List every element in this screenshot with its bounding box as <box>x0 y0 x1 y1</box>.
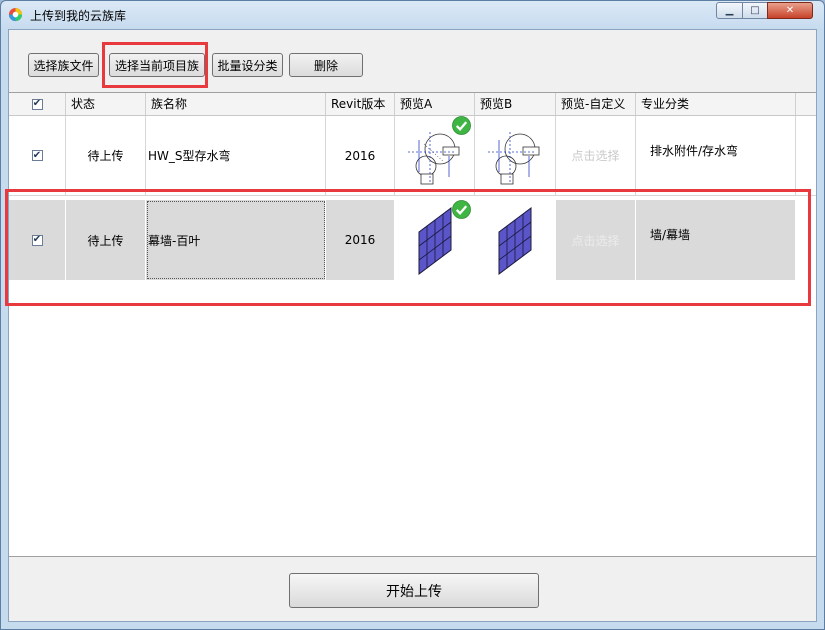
custom-preview-link[interactable]: 点击选择 <box>556 116 636 196</box>
curtain-wall-image <box>498 207 532 275</box>
app-window: 上传到我的云族库 ▁ □ ✕ 选择族文件 选择当前项目族 批量设分类 删除 ✔ … <box>0 0 825 630</box>
table-row[interactable]: ✔ 待上传 HW_S型存水弯 2016 点击选择 排水附件/存水弯 <box>9 116 816 200</box>
checkmark-icon: ✔ <box>32 234 42 245</box>
col-status[interactable]: 状态 <box>66 93 146 115</box>
start-upload-button[interactable]: 开始上传 <box>289 573 539 608</box>
app-logo-icon <box>8 7 23 22</box>
select-all-checkbox[interactable]: ✔ <box>31 98 43 110</box>
status-cell: 待上传 <box>66 200 146 280</box>
delete-button[interactable]: 删除 <box>289 53 363 77</box>
trap-drawing-image <box>488 131 540 184</box>
preview-a-cell[interactable] <box>395 116 475 196</box>
preview-a-cell[interactable] <box>395 200 475 280</box>
col-preview-b[interactable]: 预览B <box>475 93 556 115</box>
col-preview-custom[interactable]: 预览-自定义 <box>556 93 636 115</box>
row-checkbox[interactable]: ✔ <box>31 234 43 246</box>
client-area: 选择族文件 选择当前项目族 批量设分类 删除 ✔ 状态 族名称 Revit版本 … <box>5 29 817 622</box>
green-check-badge-icon <box>452 116 471 135</box>
header-checkbox-cell: ✔ <box>9 93 66 115</box>
batch-category-button[interactable]: 批量设分类 <box>212 53 283 77</box>
col-category[interactable]: 专业分类 <box>636 93 796 115</box>
checkmark-icon: ✔ <box>32 98 42 109</box>
table-header: ✔ 状态 族名称 Revit版本 预览A 预览B 预览-自定义 专业分类 <box>9 93 816 116</box>
maximize-icon: □ <box>750 5 760 16</box>
col-version[interactable]: Revit版本 <box>326 93 395 115</box>
window-title: 上传到我的云族库 <box>30 9 127 23</box>
row-checkbox[interactable]: ✔ <box>31 149 43 161</box>
close-icon: ✕ <box>785 5 795 16</box>
col-name[interactable]: 族名称 <box>146 93 326 115</box>
row-checkbox-cell: ✔ <box>9 200 66 280</box>
table-row-selected[interactable]: ✔ 待上传 幕墙-百叶 2016 点击选择 墙/幕墙 <box>9 200 816 284</box>
checkmark-icon: ✔ <box>32 149 42 161</box>
green-check-badge-icon <box>452 200 471 219</box>
preview-b-cell[interactable] <box>475 200 556 280</box>
row-checkbox-cell: ✔ <box>9 116 66 196</box>
version-cell: 2016 <box>326 200 395 280</box>
curtain-wall-image <box>418 207 451 275</box>
title-bar[interactable]: 上传到我的云族库 ▁ □ ✕ <box>1 1 824 27</box>
family-table: ✔ 状态 族名称 Revit版本 预览A 预览B 预览-自定义 专业分类 ✔ 待… <box>5 92 816 557</box>
name-cell[interactable]: 幕墙-百叶 <box>146 200 326 280</box>
category-cell[interactable]: 墙/幕墙 <box>636 200 796 280</box>
close-button[interactable]: ✕ <box>767 2 813 19</box>
minimize-icon: ▁ <box>725 5 734 16</box>
minimize-button[interactable]: ▁ <box>716 2 743 19</box>
status-cell: 待上传 <box>66 116 146 196</box>
select-family-file-button[interactable]: 选择族文件 <box>28 53 99 77</box>
preview-b-cell[interactable] <box>475 116 556 196</box>
name-cell[interactable]: HW_S型存水弯 <box>146 116 326 196</box>
category-cell[interactable]: 排水附件/存水弯 <box>636 116 796 196</box>
filler-cell <box>796 116 816 196</box>
select-project-family-button[interactable]: 选择当前项目族 <box>109 53 205 77</box>
col-preview-a[interactable]: 预览A <box>395 93 475 115</box>
version-cell: 2016 <box>326 116 395 196</box>
maximize-button[interactable]: □ <box>742 2 768 19</box>
custom-preview-link[interactable]: 点击选择 <box>556 200 636 280</box>
